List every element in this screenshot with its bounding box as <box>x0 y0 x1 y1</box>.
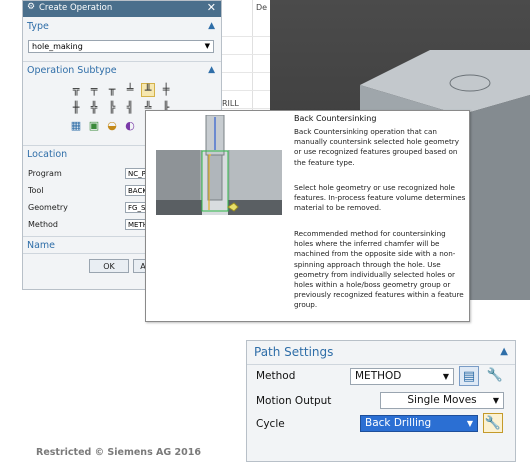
subtype-section-heading[interactable]: Operation Subtype <box>27 65 117 76</box>
tooltip-paragraph: Select hole geometry or use recognized h… <box>294 183 466 213</box>
method-dropdown-value: METHOD <box>355 370 402 382</box>
edit-wrench-icon[interactable]: 🔧 <box>483 413 503 433</box>
program-label: Program <box>28 169 62 178</box>
ream-icon[interactable]: ╫ <box>69 101 83 115</box>
new-method-icon[interactable]: ▤ <box>459 366 479 386</box>
type-dropdown-value: hole_making <box>32 42 83 51</box>
chevron-down-icon: ▼ <box>466 419 473 428</box>
chevron-down-icon: ▼ <box>204 42 210 50</box>
copyright-footer: Restricted © Siemens AG 2016 <box>36 447 201 458</box>
routine-icon[interactable]: ◐ <box>123 119 137 133</box>
close-icon[interactable]: ✕ <box>207 1 216 14</box>
method-label: Method <box>256 370 296 382</box>
cylinder-mill-icon[interactable]: ▣ <box>87 119 101 133</box>
motion-output-value: Single Moves <box>407 394 477 406</box>
tool-label: Tool <box>28 186 44 195</box>
groove-icon[interactable]: ◒ <box>105 119 119 133</box>
gear-icon: ⚙ <box>27 2 36 12</box>
name-section-heading[interactable]: Name <box>27 240 55 251</box>
method-label: Method <box>28 220 59 229</box>
countersink-icon[interactable]: ╧ <box>123 83 137 97</box>
grid-row-text: RILL <box>222 99 239 108</box>
back-countersink-illustration <box>156 115 282 215</box>
path-settings-heading[interactable]: Path Settings <box>254 345 333 359</box>
chevron-down-icon: ▼ <box>442 372 449 381</box>
motion-output-dropdown[interactable]: Single Moves ▼ <box>380 392 504 409</box>
tooltip-paragraph: Back Countersinking operation that can m… <box>294 127 459 167</box>
cycle-dropdown-value: Back Drilling <box>365 417 432 429</box>
feature-group-icon[interactable]: ▦ <box>69 119 83 133</box>
tooltip-paragraph: Recommended method for countersinking ho… <box>294 229 464 310</box>
bore-icon[interactable]: ╪ <box>159 83 173 97</box>
counterbore-icon[interactable]: ╥ <box>105 83 119 97</box>
chevron-up-icon[interactable]: ▲ <box>500 346 508 357</box>
method-dropdown[interactable]: METHOD ▼ <box>350 368 454 385</box>
thread-mill-icon[interactable]: ╠ <box>105 101 119 115</box>
chevron-down-icon: ▼ <box>492 396 499 405</box>
back-countersink-icon[interactable]: ╨ <box>141 83 155 97</box>
hole-mill-icon[interactable]: ╣ <box>123 101 137 115</box>
motion-output-label: Motion Output <box>256 395 332 407</box>
drill-icon[interactable]: ╤ <box>87 83 101 97</box>
geometry-label: Geometry <box>28 203 68 212</box>
dialog-title: Create Operation <box>39 3 113 13</box>
grid-column-header: De <box>256 3 268 12</box>
spot-face-icon[interactable]: ╦ <box>69 83 83 97</box>
chevron-up-icon[interactable]: ▲ <box>208 65 215 75</box>
location-section-heading[interactable]: Location <box>27 149 67 160</box>
edit-wrench-icon[interactable]: 🔧 <box>485 366 505 386</box>
cycle-dropdown[interactable]: Back Drilling ▼ <box>360 415 478 432</box>
tap-icon[interactable]: ╬ <box>87 101 101 115</box>
cycle-label: Cycle <box>256 418 285 430</box>
path-settings-panel: Path Settings ▲ Method METHOD ▼ ▤ 🔧 Moti… <box>246 340 516 462</box>
ok-button[interactable]: OK <box>89 259 129 273</box>
type-section-heading[interactable]: Type <box>27 21 49 32</box>
type-dropdown[interactable]: hole_making ▼ <box>28 40 214 53</box>
dialog-title-bar[interactable]: ⚙ Create Operation ✕ <box>23 1 221 17</box>
subtype-tooltip: Back Countersinking Back Countersinking … <box>145 110 470 322</box>
tooltip-title: Back Countersinking <box>294 114 377 123</box>
chevron-up-icon[interactable]: ▲ <box>208 21 215 31</box>
